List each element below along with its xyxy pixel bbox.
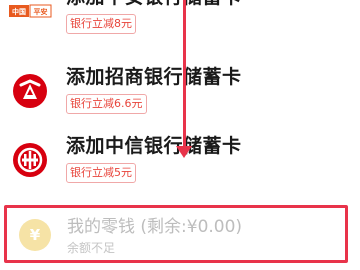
insufficient-balance-note: 余额不足: [67, 241, 116, 255]
svg-text:中国: 中国: [12, 7, 26, 16]
promo-badge: 银行立减5元: [66, 163, 136, 183]
yuan-wallet-icon: ¥: [19, 219, 51, 251]
svg-text:平安: 平安: [34, 7, 48, 16]
annotation-arrow-line: [183, 0, 186, 148]
add-citic-card-item[interactable]: 添加中信银行储蓄卡 银行立减5元: [0, 131, 360, 193]
add-cmb-card-item[interactable]: 添加招商银行储蓄卡 银行立减6.6元: [0, 62, 360, 124]
promo-badge: 银行立减6.6元: [66, 94, 147, 114]
pingan-bank-logo-icon: 中国 平安: [8, 0, 52, 22]
citic-bank-logo-icon: [12, 142, 48, 178]
bank-card-title: 添加招商银行储蓄卡: [66, 66, 242, 88]
bank-card-title: 添加平安银行储蓄卡: [66, 0, 242, 9]
bank-card-title: 添加中信银行储蓄卡: [66, 135, 242, 157]
payment-method-list: 中国 平安 添加平安银行储蓄卡 银行立减8元 添加招商银行储蓄卡 银行立减6.6…: [0, 0, 360, 270]
add-pingan-card-item[interactable]: 中国 平安 添加平安银行储蓄卡 银行立减8元: [0, 0, 360, 38]
wallet-balance-title: 我的零钱 (剩余:¥0.00): [67, 217, 243, 237]
cmb-bank-logo-icon: [12, 73, 48, 109]
promo-badge: 银行立减8元: [66, 14, 136, 34]
wallet-balance-item[interactable]: ¥ 我的零钱 (剩余:¥0.00) 余额不足: [4, 205, 348, 263]
annotation-arrow-head-icon: [176, 146, 192, 158]
